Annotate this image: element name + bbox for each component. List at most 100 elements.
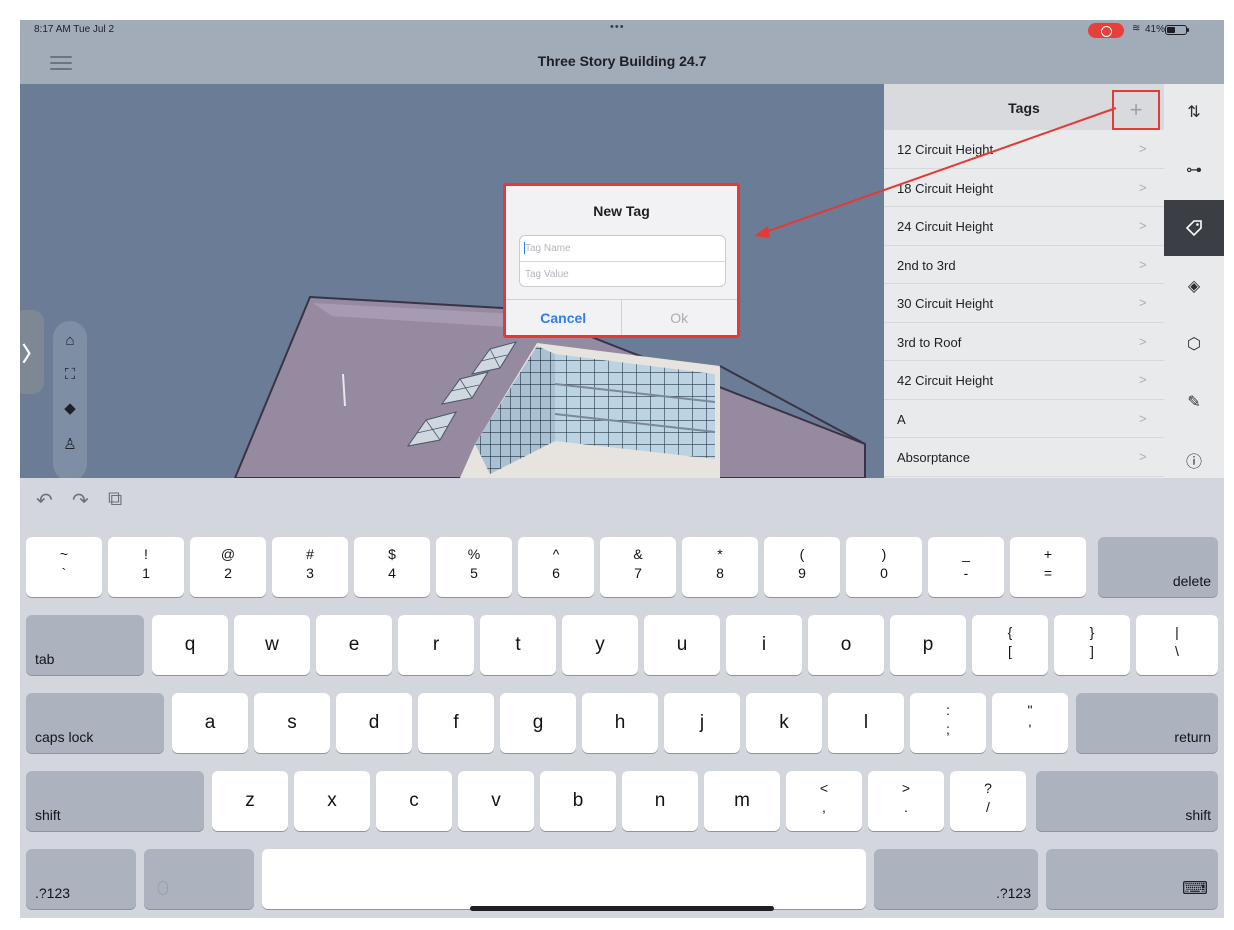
ok-button[interactable]: Ok bbox=[622, 300, 738, 335]
key[interactable]: * 8 bbox=[682, 537, 758, 597]
tab-key[interactable]: tab bbox=[26, 615, 144, 675]
chevron-right-icon: > bbox=[1139, 256, 1147, 272]
tag-row[interactable]: 42 Circuit Height > bbox=[884, 361, 1164, 400]
key[interactable]: s bbox=[254, 693, 330, 753]
space-bar[interactable] bbox=[262, 849, 866, 909]
key[interactable]: w bbox=[234, 615, 310, 675]
tag-row[interactable]: 12 Circuit Height > bbox=[884, 130, 1164, 169]
add-tag-button[interactable]: + bbox=[1112, 90, 1160, 130]
tag-row[interactable]: 18 Circuit Height > bbox=[884, 169, 1164, 207]
key[interactable]: (9 bbox=[764, 537, 840, 597]
key[interactable]: f bbox=[418, 693, 494, 753]
key[interactable]: % 5 bbox=[436, 537, 512, 597]
expand-panel-handle[interactable]: 〉 bbox=[20, 310, 44, 394]
chevron-right-icon: > bbox=[1139, 333, 1147, 349]
tag-row[interactable]: 3rd to Roof > bbox=[884, 323, 1164, 361]
numbers-left-key[interactable]: .?123 bbox=[26, 849, 136, 909]
keyboard-toolbar: ↶ ↷ ⧉ bbox=[20, 478, 1224, 528]
top-bar: 8:17 AM Tue Jul 2 ••• ≋ 41% Three Story … bbox=[20, 20, 1224, 84]
key[interactable]: ) 0 bbox=[846, 537, 922, 597]
key[interactable]: ? / bbox=[950, 771, 1026, 831]
undo-icon[interactable]: ↶ bbox=[36, 488, 53, 513]
tag-row[interactable]: 30 Circuit Height > bbox=[884, 284, 1164, 323]
key[interactable]: t bbox=[480, 615, 556, 675]
key[interactable]: u bbox=[644, 615, 720, 675]
key[interactable]: g bbox=[500, 693, 576, 753]
key-bottom-label: , bbox=[822, 799, 826, 815]
key[interactable]: k bbox=[746, 693, 822, 753]
key[interactable]: _ - bbox=[928, 537, 1004, 597]
key[interactable]: j bbox=[664, 693, 740, 753]
key[interactable]: & 7 bbox=[600, 537, 676, 597]
key[interactable]: $4 bbox=[354, 537, 430, 597]
key[interactable]: @2 bbox=[190, 537, 266, 597]
cancel-button[interactable]: Cancel bbox=[506, 300, 622, 335]
dictation-key[interactable] bbox=[144, 849, 254, 909]
caps-lock-key[interactable]: caps lock bbox=[26, 693, 164, 753]
key[interactable]: r bbox=[398, 615, 474, 675]
tag-row[interactable]: 2nd to 3rd > bbox=[884, 246, 1164, 284]
key[interactable]: #3 bbox=[272, 537, 348, 597]
tag-row[interactable]: A > bbox=[884, 400, 1164, 438]
numbers-right-key[interactable]: .?123 bbox=[874, 849, 1038, 909]
3d-viewport[interactable]: ⌂ ⛶ ◆ ♙ bbox=[20, 84, 884, 478]
key[interactable]: {[ bbox=[972, 615, 1048, 675]
return-key[interactable]: return bbox=[1076, 693, 1218, 753]
key[interactable]: z bbox=[212, 771, 288, 831]
multitask-dots[interactable]: ••• bbox=[610, 21, 625, 33]
cube-icon[interactable]: ◆ bbox=[53, 393, 87, 423]
key[interactable]: }] bbox=[1054, 615, 1130, 675]
pen-icon[interactable]: ✎ bbox=[1164, 374, 1224, 430]
key[interactable]: ^ 6 bbox=[518, 537, 594, 597]
key[interactable]: e bbox=[316, 615, 392, 675]
key[interactable]: q bbox=[152, 615, 228, 675]
tag-row[interactable]: Absorptance > bbox=[884, 438, 1164, 477]
home-indicator[interactable] bbox=[470, 906, 774, 911]
tag-value-input[interactable] bbox=[520, 262, 725, 286]
key[interactable]: v bbox=[458, 771, 534, 831]
key-bottom-label: 1 bbox=[142, 565, 150, 581]
key-top-label: > bbox=[901, 780, 911, 796]
person-icon[interactable]: ♙ bbox=[53, 429, 87, 459]
fit-view-icon[interactable]: ⛶ bbox=[53, 359, 87, 389]
key[interactable]: b bbox=[540, 771, 616, 831]
tag-icon[interactable] bbox=[1164, 200, 1224, 256]
key-bottom-label: 3 bbox=[306, 565, 314, 581]
paste-icon[interactable]: ⧉ bbox=[108, 488, 122, 511]
key[interactable]: c bbox=[376, 771, 452, 831]
key[interactable]: :; bbox=[910, 693, 986, 753]
key[interactable]: y bbox=[562, 615, 638, 675]
key[interactable]: o bbox=[808, 615, 884, 675]
key[interactable]: " ' bbox=[992, 693, 1068, 753]
key[interactable]: ! 1 bbox=[108, 537, 184, 597]
key[interactable]: h bbox=[582, 693, 658, 753]
key[interactable]: a bbox=[172, 693, 248, 753]
shift-left-key[interactable]: shift bbox=[26, 771, 204, 831]
key[interactable]: m bbox=[704, 771, 780, 831]
shift-right-key[interactable]: shift bbox=[1036, 771, 1218, 831]
key[interactable]: l bbox=[828, 693, 904, 753]
key[interactable]: i bbox=[726, 615, 802, 675]
key[interactable]: d bbox=[336, 693, 412, 753]
key[interactable]: x bbox=[294, 771, 370, 831]
sliders-icon[interactable]: ⇅ bbox=[1164, 84, 1224, 140]
key-label: f bbox=[453, 712, 459, 733]
tag-name-input[interactable] bbox=[520, 236, 725, 261]
tag-glyph bbox=[1185, 220, 1202, 237]
key[interactable]: >. bbox=[868, 771, 944, 831]
hide-keyboard-key[interactable]: ⌨ bbox=[1046, 849, 1218, 909]
chevron-right-icon: 〉 bbox=[22, 343, 42, 366]
key[interactable]: | \ bbox=[1136, 615, 1218, 675]
tag-row[interactable]: 24 Circuit Height > bbox=[884, 207, 1164, 246]
key[interactable]: p bbox=[890, 615, 966, 675]
key[interactable]: <, bbox=[786, 771, 862, 831]
delete-key[interactable]: delete bbox=[1098, 537, 1218, 597]
key[interactable]: n bbox=[622, 771, 698, 831]
home-icon[interactable]: ⌂ bbox=[53, 325, 87, 355]
layers-icon[interactable]: ◈ bbox=[1164, 258, 1224, 314]
redo-icon[interactable]: ↷ bbox=[72, 488, 89, 513]
model-tree-icon[interactable]: ⊶ bbox=[1164, 142, 1224, 198]
key[interactable]: + = bbox=[1010, 537, 1086, 597]
key[interactable]: ~ ` bbox=[26, 537, 102, 597]
box-icon[interactable]: ⬡ bbox=[1164, 316, 1224, 372]
